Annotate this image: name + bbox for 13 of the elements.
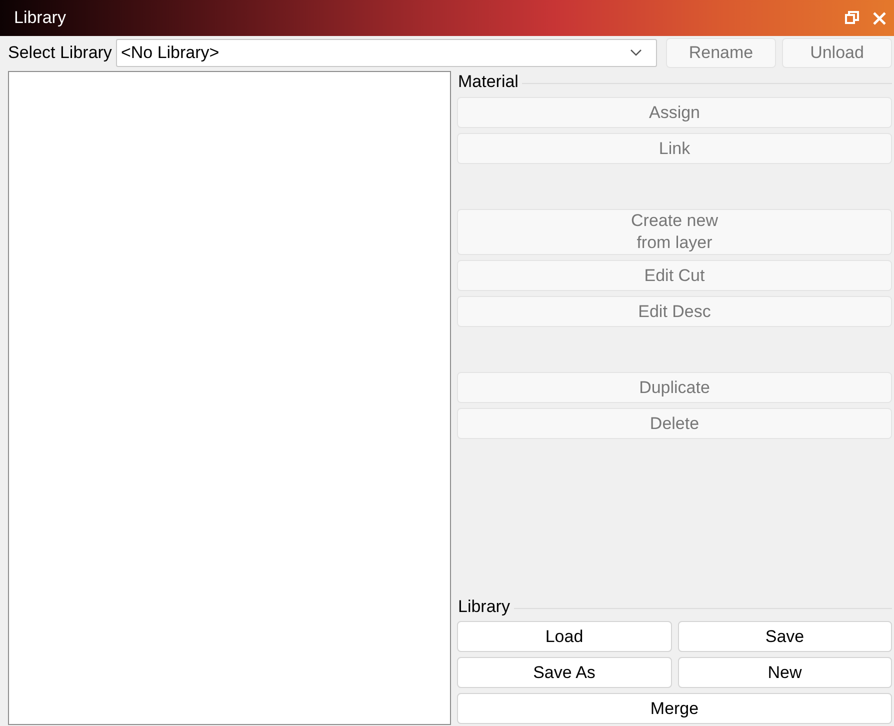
library-group-title: Library: [457, 597, 510, 617]
library-button[interactable]: Load: [457, 621, 672, 652]
close-icon[interactable]: [873, 12, 886, 24]
library-button[interactable]: Save: [678, 621, 892, 652]
window-title: Library: [14, 8, 66, 28]
library-button[interactable]: New: [678, 657, 892, 688]
chevron-down-icon: [630, 49, 642, 57]
library-dropdown[interactable]: <No Library>: [116, 39, 657, 67]
library-button[interactable]: Merge: [457, 693, 892, 724]
restore-icon[interactable]: [845, 11, 859, 25]
select-library-label: Select Library: [8, 43, 112, 63]
library-button[interactable]: Save As: [457, 657, 672, 688]
material-group-title: Material: [457, 72, 518, 92]
